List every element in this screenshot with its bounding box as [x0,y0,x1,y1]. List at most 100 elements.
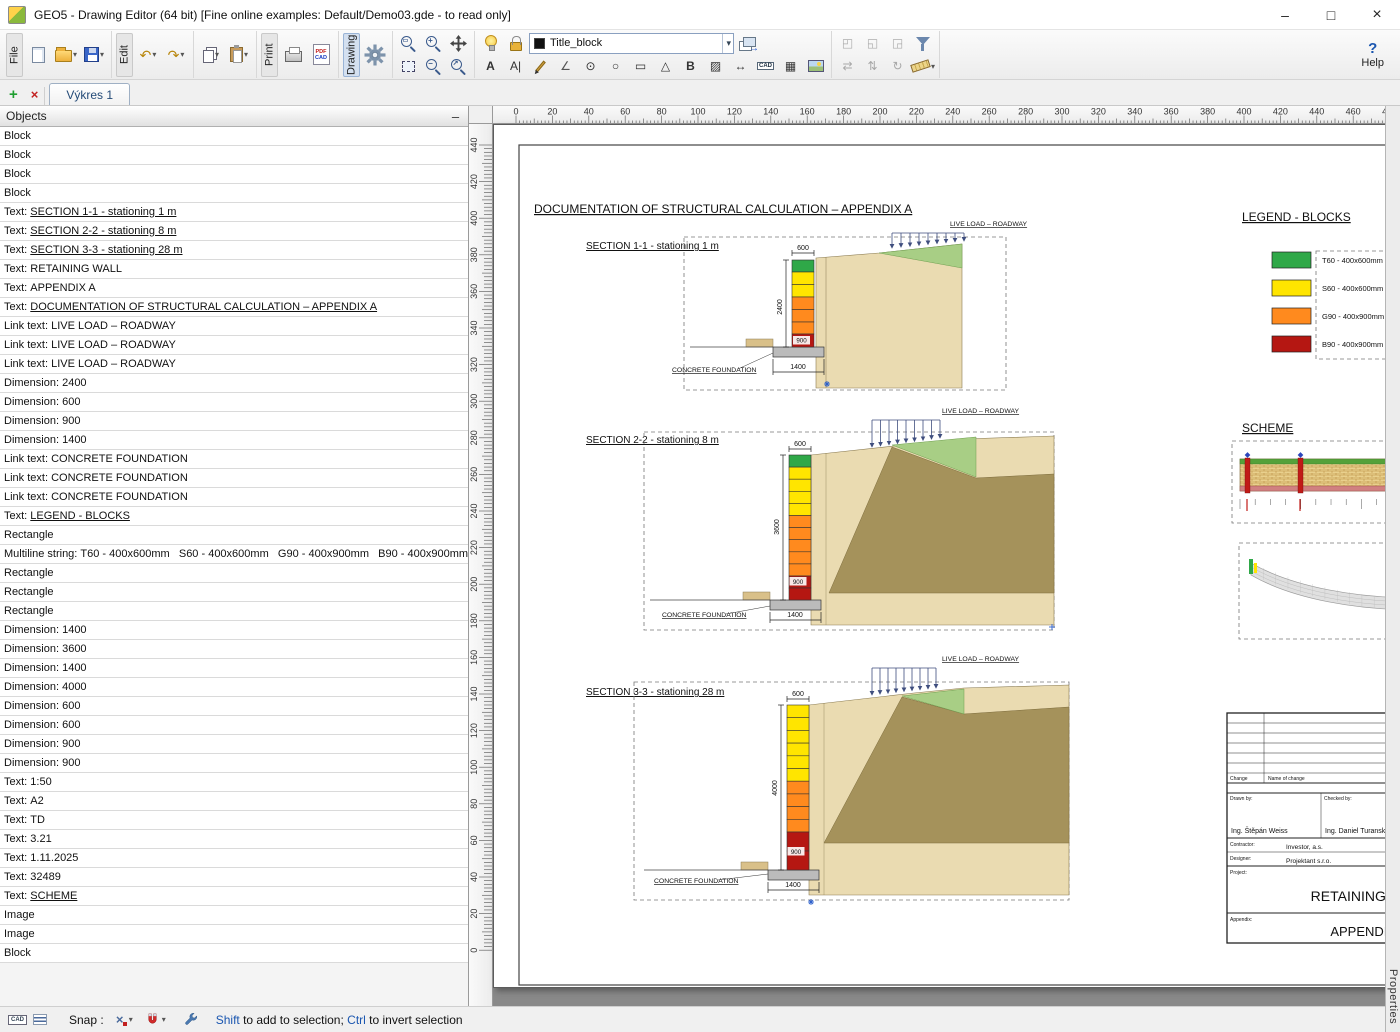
live-load-label[interactable]: LIVE LOAD – ROADWAY [942,656,1020,663]
help-button[interactable]: ? Help [1351,40,1394,69]
objects-list-item[interactable]: Text: TD [0,811,469,830]
print-menu-button[interactable]: Print [261,32,278,77]
objects-list-item[interactable]: Dimension: 600 [0,716,469,735]
snap-settings-button[interactable] [181,1010,202,1029]
objects-list-item[interactable]: Text: 1:50 [0,773,469,792]
minimize-button[interactable]: – [1262,0,1308,29]
legend-label[interactable]: B90 - 400x900mm [1322,340,1383,349]
visibility-toggle-button[interactable] [479,32,502,54]
magnet-snap-button[interactable]: ▾ [142,1010,169,1029]
group-button[interactable]: ◲ [886,32,909,54]
zoom-in-button[interactable]: + [422,32,445,54]
drawing-canvas[interactable]: DOCUMENTATION OF STRUCTURAL CALCULATION … [493,124,1400,988]
legend-title[interactable]: LEGEND - BLOCKS [1242,210,1351,224]
pdf-cad-export-button[interactable]: PDF CAD [308,33,334,77]
section-1-title[interactable]: SECTION 1-1 - stationing 1 m [586,241,719,252]
objects-list-item[interactable]: Link text: CONCRETE FOUNDATION [0,450,469,469]
file-menu-button[interactable]: File [6,32,23,77]
objects-list-item[interactable]: Text: LEGEND - BLOCKS [0,507,469,526]
objects-list-item[interactable]: Dimension: 600 [0,697,469,716]
legend-swatch-t60[interactable] [1271,251,1312,269]
objects-list-item[interactable]: Text: 3.21 [0,830,469,849]
dimension-tool-button[interactable]: ↔ [729,55,752,77]
open-file-button[interactable]: ▾ [53,33,79,77]
objects-list-item[interactable]: Text: A2 [0,792,469,811]
polyline-tool-button[interactable] [529,55,552,77]
measure-button[interactable]: ▾ [910,55,935,77]
close-tab-button[interactable]: × [25,87,46,105]
cad-settings-button[interactable]: CAD [8,1014,27,1025]
objects-list-item[interactable]: Dimension: 4000 [0,678,469,697]
table-tool-button[interactable]: ▦ [779,55,802,77]
polygon-tool-button[interactable]: △ [654,55,677,77]
hatch-tool-button[interactable]: ▨ [704,55,727,77]
paste-button[interactable]: ▾ [226,33,252,77]
link-text-tool-button[interactable]: A| [504,55,527,77]
send-backward-button[interactable]: ◱ [861,32,884,54]
collapse-panel-button[interactable]: – [449,109,462,124]
new-drawing-button[interactable] [25,33,51,77]
doc-title-text[interactable]: DOCUMENTATION OF STRUCTURAL CALCULATION … [534,202,912,216]
legend-swatch-b90[interactable] [1271,335,1312,353]
mirror-horizontal-button[interactable]: ⇄ [836,55,859,77]
image-tool-button[interactable] [804,55,827,77]
objects-list-item[interactable]: Block [0,127,469,146]
objects-list-item[interactable]: Text: 32489 [0,868,469,887]
objects-list-item[interactable]: Rectangle [0,602,469,621]
objects-list-item[interactable]: Image [0,906,469,925]
filter-button[interactable] [911,32,934,54]
foundation-label[interactable]: CONCRETE FOUNDATION [662,612,747,619]
lock-toggle-button[interactable] [504,32,527,54]
objects-list-item[interactable]: Dimension: 900 [0,735,469,754]
objects-list-item[interactable]: Dimension: 900 [0,754,469,773]
section-3-title[interactable]: SECTION 3-3 - stationing 28 m [586,687,724,698]
zoom-fit-button[interactable]: ↗ [447,55,470,77]
snap-mode-button[interactable]: × ▾ [110,1011,136,1029]
point-tool-button[interactable]: ⊙ [579,55,602,77]
live-load-label[interactable]: LIVE LOAD – ROADWAY [950,221,1028,228]
line-styles-button[interactable] [33,1014,47,1025]
objects-list-item[interactable]: Dimension: 900 [0,412,469,431]
foundation-label[interactable]: CONCRETE FOUNDATION [672,367,757,374]
layer-select-combobox[interactable]: Title_block ▾ [529,32,734,54]
block-tool-button[interactable]: B [679,55,702,77]
objects-list-item[interactable]: Link text: CONCRETE FOUNDATION [0,469,469,488]
close-button[interactable]: × [1354,0,1400,29]
objects-list-item[interactable]: Link text: CONCRETE FOUNDATION [0,488,469,507]
chevron-down-icon[interactable]: ▾ [722,33,731,53]
zoom-window-button[interactable]: ▭ [397,32,420,54]
rectangle-tool-button[interactable]: ▭ [629,55,652,77]
objects-list-item[interactable]: Link text: LIVE LOAD – ROADWAY [0,336,469,355]
circle-tool-button[interactable]: ○ [604,55,627,77]
objects-list-item[interactable]: Text: SECTION 3-3 - stationing 28 m [0,241,469,260]
vertical-ruler[interactable]: 4404204003803603403203002802602402202001… [469,124,494,1006]
save-button[interactable]: ▾ [81,33,107,77]
objects-list-item[interactable]: Link text: LIVE LOAD – ROADWAY [0,355,469,374]
objects-list-item[interactable]: Rectangle [0,564,469,583]
objects-list-item[interactable]: Rectangle [0,526,469,545]
objects-list-item[interactable]: Dimension: 1400 [0,431,469,450]
objects-list-item[interactable]: Block [0,146,469,165]
settings-button[interactable] [362,33,388,77]
section-2-title[interactable]: SECTION 2-2 - stationing 8 m [586,435,719,446]
objects-list-item[interactable]: Rectangle [0,583,469,602]
objects-list-item[interactable]: Text: 1.11.2025 [0,849,469,868]
cad-import-button[interactable]: CAD [754,55,777,77]
print-button[interactable] [280,33,306,77]
zoom-out-button[interactable]: − [422,55,445,77]
select-rectangle-button[interactable] [397,55,420,77]
legend-swatch-g90[interactable] [1271,307,1312,325]
mirror-vertical-button[interactable]: ⇅ [861,55,884,77]
objects-list-item[interactable]: Block [0,944,469,963]
live-load-label[interactable]: LIVE LOAD – ROADWAY [942,408,1020,415]
pan-button[interactable] [447,32,470,54]
objects-list-item[interactable]: Dimension: 600 [0,393,469,412]
objects-list-item[interactable]: Dimension: 1400 [0,659,469,678]
tab-vykres-1[interactable]: Výkres 1 [49,83,131,105]
objects-list-item[interactable]: Text: DOCUMENTATION OF STRUCTURAL CALCUL… [0,298,469,317]
objects-list-item[interactable]: Dimension: 3600 [0,640,469,659]
horizontal-ruler[interactable]: 0 20 40 60 80 100 120 140 160 180 200 220 240 260 280 3… [493,106,1400,124]
add-tab-button[interactable]: + [6,86,21,105]
rotate-button[interactable]: ↻ [886,55,909,77]
objects-list-item[interactable]: Text: SECTION 1-1 - stationing 1 m [0,203,469,222]
